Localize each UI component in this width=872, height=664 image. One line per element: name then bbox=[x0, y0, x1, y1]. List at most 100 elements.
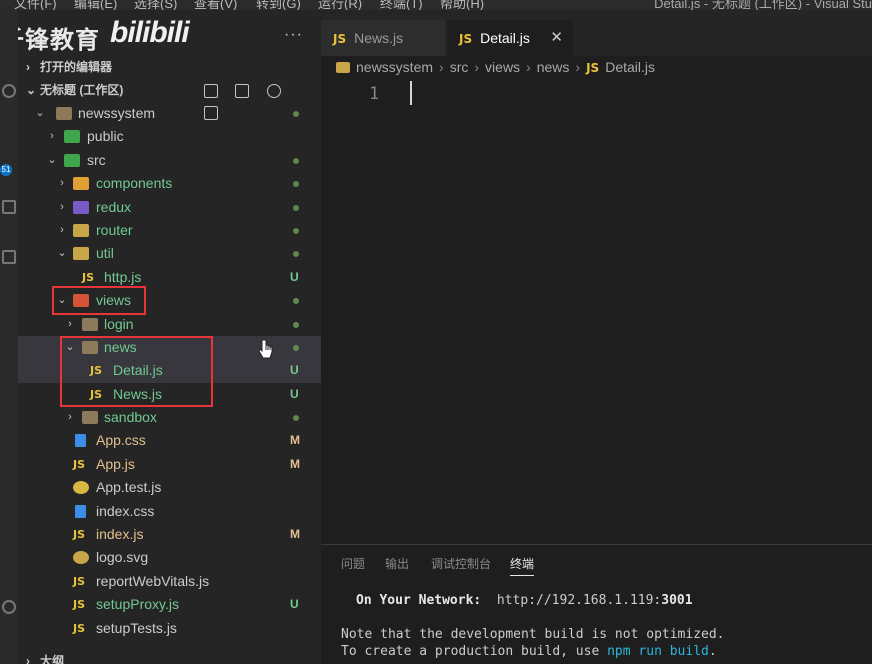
change-dot bbox=[293, 181, 299, 188]
js-file-icon: JS bbox=[459, 32, 473, 46]
tab-detail-js[interactable]: JS Detail.js ✕ bbox=[447, 20, 573, 56]
tree-label: util bbox=[96, 245, 114, 262]
close-icon[interactable]: ✕ bbox=[550, 20, 563, 56]
tree-label: App.js bbox=[96, 455, 135, 472]
workspace-section[interactable]: ⌄ 无标题 (工作区) bbox=[18, 79, 321, 120]
build-prefix: To create a production build, use bbox=[341, 644, 608, 659]
terminal-build-line: To create a production build, use npm ru… bbox=[341, 644, 717, 659]
tree-item-reportwebvitals-js[interactable]: JS reportWebVitals.js bbox=[18, 570, 321, 593]
chevron-down-icon: ⌄ bbox=[35, 107, 45, 119]
breadcrumb-item[interactable]: newssystem bbox=[356, 59, 433, 75]
js-file-icon: JS bbox=[73, 598, 86, 612]
change-dot bbox=[293, 227, 299, 234]
breadcrumb-item[interactable]: views bbox=[485, 59, 520, 75]
git-status: U bbox=[290, 363, 299, 378]
svg-file-icon bbox=[73, 551, 89, 565]
code-editor[interactable]: 1 bbox=[321, 78, 872, 544]
tree-item-src[interactable]: ⌄ src bbox=[18, 149, 321, 172]
line-number: 1 bbox=[369, 84, 380, 104]
editor-tabs: JS News.js JS Detail.js ✕ bbox=[321, 10, 872, 56]
menu-edit[interactable]: 编辑(E) bbox=[74, 0, 117, 10]
run-debug-icon[interactable] bbox=[2, 200, 16, 214]
tab-terminal[interactable]: 终端 bbox=[510, 555, 535, 576]
mouse-pointer-icon bbox=[258, 339, 273, 359]
change-dot bbox=[293, 344, 299, 351]
search-icon[interactable] bbox=[2, 84, 16, 98]
tree-item-newssystem[interactable]: ⌄ newssystem bbox=[18, 102, 321, 125]
tree-label: reportWebVitals.js bbox=[96, 572, 210, 589]
js-file-icon: JS bbox=[333, 32, 347, 46]
workspace-label: 无标题 (工作区) bbox=[40, 83, 124, 97]
new-folder-icon[interactable] bbox=[235, 83, 250, 98]
open-editors-section[interactable]: › 打开的编辑器 bbox=[18, 56, 321, 78]
folder-icon bbox=[336, 62, 350, 73]
source-control-badge[interactable]: 51 bbox=[0, 164, 12, 176]
tab-debug-console[interactable]: 调试控制台 bbox=[431, 555, 491, 572]
tree-item-index-css[interactable]: index.css bbox=[18, 500, 321, 523]
folder-icon bbox=[82, 411, 98, 425]
menu-help[interactable]: 帮助(H) bbox=[440, 0, 484, 10]
change-dot bbox=[293, 157, 299, 164]
open-editors-label: 打开的编辑器 bbox=[40, 60, 113, 74]
bilibili-logo: bilibili bbox=[110, 16, 190, 49]
tree-item-sandbox[interactable]: › sandbox bbox=[18, 406, 321, 429]
git-status: U bbox=[290, 386, 299, 401]
tree-item-router[interactable]: › router bbox=[18, 219, 321, 242]
menu-bar: 文件(F) 编辑(E) 选择(S) 查看(V) 转到(G) 运行(R) 终端(T… bbox=[0, 0, 872, 10]
menu-view[interactable]: 查看(V) bbox=[194, 0, 237, 10]
extensions-icon[interactable] bbox=[2, 250, 16, 264]
breadcrumb-item[interactable]: news bbox=[537, 59, 570, 75]
chevron-right-icon: › bbox=[60, 177, 64, 190]
tree-item-logo-svg[interactable]: logo.svg bbox=[18, 546, 321, 569]
chevron-down-icon: ⌄ bbox=[47, 153, 57, 166]
folder-redux-icon bbox=[73, 200, 89, 214]
account-icon[interactable] bbox=[2, 600, 16, 614]
more-actions-icon[interactable]: ··· bbox=[284, 26, 303, 44]
new-file-icon[interactable] bbox=[204, 83, 218, 98]
tree-label: redux bbox=[96, 198, 132, 215]
tab-news-js[interactable]: JS News.js bbox=[321, 20, 445, 56]
js-file-icon: JS bbox=[82, 270, 95, 284]
tree-item-index-js[interactable]: JS index.js M bbox=[18, 523, 321, 546]
tree-item-app-js[interactable]: JS App.js M bbox=[18, 453, 321, 476]
outline-section[interactable]: › 大纲 bbox=[18, 650, 321, 664]
tree-item-components[interactable]: › components bbox=[18, 172, 321, 195]
tree-label: src bbox=[87, 151, 106, 168]
chevron-right-icon: › bbox=[68, 411, 72, 424]
breadcrumb-item[interactable]: src bbox=[450, 59, 469, 75]
tree-item-util[interactable]: ⌄ util bbox=[18, 242, 321, 265]
folder-public-icon bbox=[64, 130, 80, 144]
tree-label: components bbox=[96, 175, 173, 192]
network-port: 3001 bbox=[661, 593, 693, 608]
js-file-icon: JS bbox=[73, 621, 86, 635]
test-file-icon bbox=[73, 481, 89, 495]
tree-item-app-test-js[interactable]: App.test.js bbox=[18, 476, 321, 499]
tab-output[interactable]: 输出 bbox=[385, 555, 409, 572]
refresh-icon[interactable] bbox=[266, 83, 281, 98]
tree-item-public[interactable]: › public bbox=[18, 125, 321, 148]
menu-terminal[interactable]: 终端(T) bbox=[380, 0, 423, 10]
menu-selection[interactable]: 选择(S) bbox=[134, 0, 177, 10]
tree-label: logo.svg bbox=[96, 549, 149, 566]
folder-icon bbox=[56, 107, 72, 120]
window-title: Detail.js - 无标题 (工作区) - Visual Stu bbox=[654, 0, 872, 10]
activity-bar: 51 bbox=[0, 10, 18, 664]
git-status: U bbox=[290, 597, 299, 612]
menu-go[interactable]: 转到(G) bbox=[256, 0, 301, 10]
terminal-note-line: Note that the development build is not o… bbox=[341, 627, 725, 642]
network-url: http://192.168.1.119: bbox=[496, 593, 662, 608]
js-file-icon: JS bbox=[73, 574, 86, 588]
tree-label: App.test.js bbox=[96, 479, 162, 496]
tree-item-redux[interactable]: › redux bbox=[18, 196, 321, 219]
tree-item-app-css[interactable]: App.css M bbox=[18, 429, 321, 452]
tab-problems[interactable]: 问题 bbox=[341, 555, 365, 572]
tree-item-login[interactable]: › login bbox=[18, 313, 321, 336]
tree-item-setupproxy-js[interactable]: JS setupProxy.js U bbox=[18, 593, 321, 616]
text-cursor bbox=[410, 81, 412, 105]
menu-run[interactable]: 运行(R) bbox=[318, 0, 362, 10]
change-dot bbox=[293, 321, 299, 328]
tree-label: index.css bbox=[96, 502, 155, 519]
breadcrumb-item[interactable]: Detail.js bbox=[605, 59, 655, 75]
menu-file[interactable]: 文件(F) bbox=[14, 0, 57, 10]
tree-item-setuptests-js[interactable]: JS setupTests.js bbox=[18, 617, 321, 640]
